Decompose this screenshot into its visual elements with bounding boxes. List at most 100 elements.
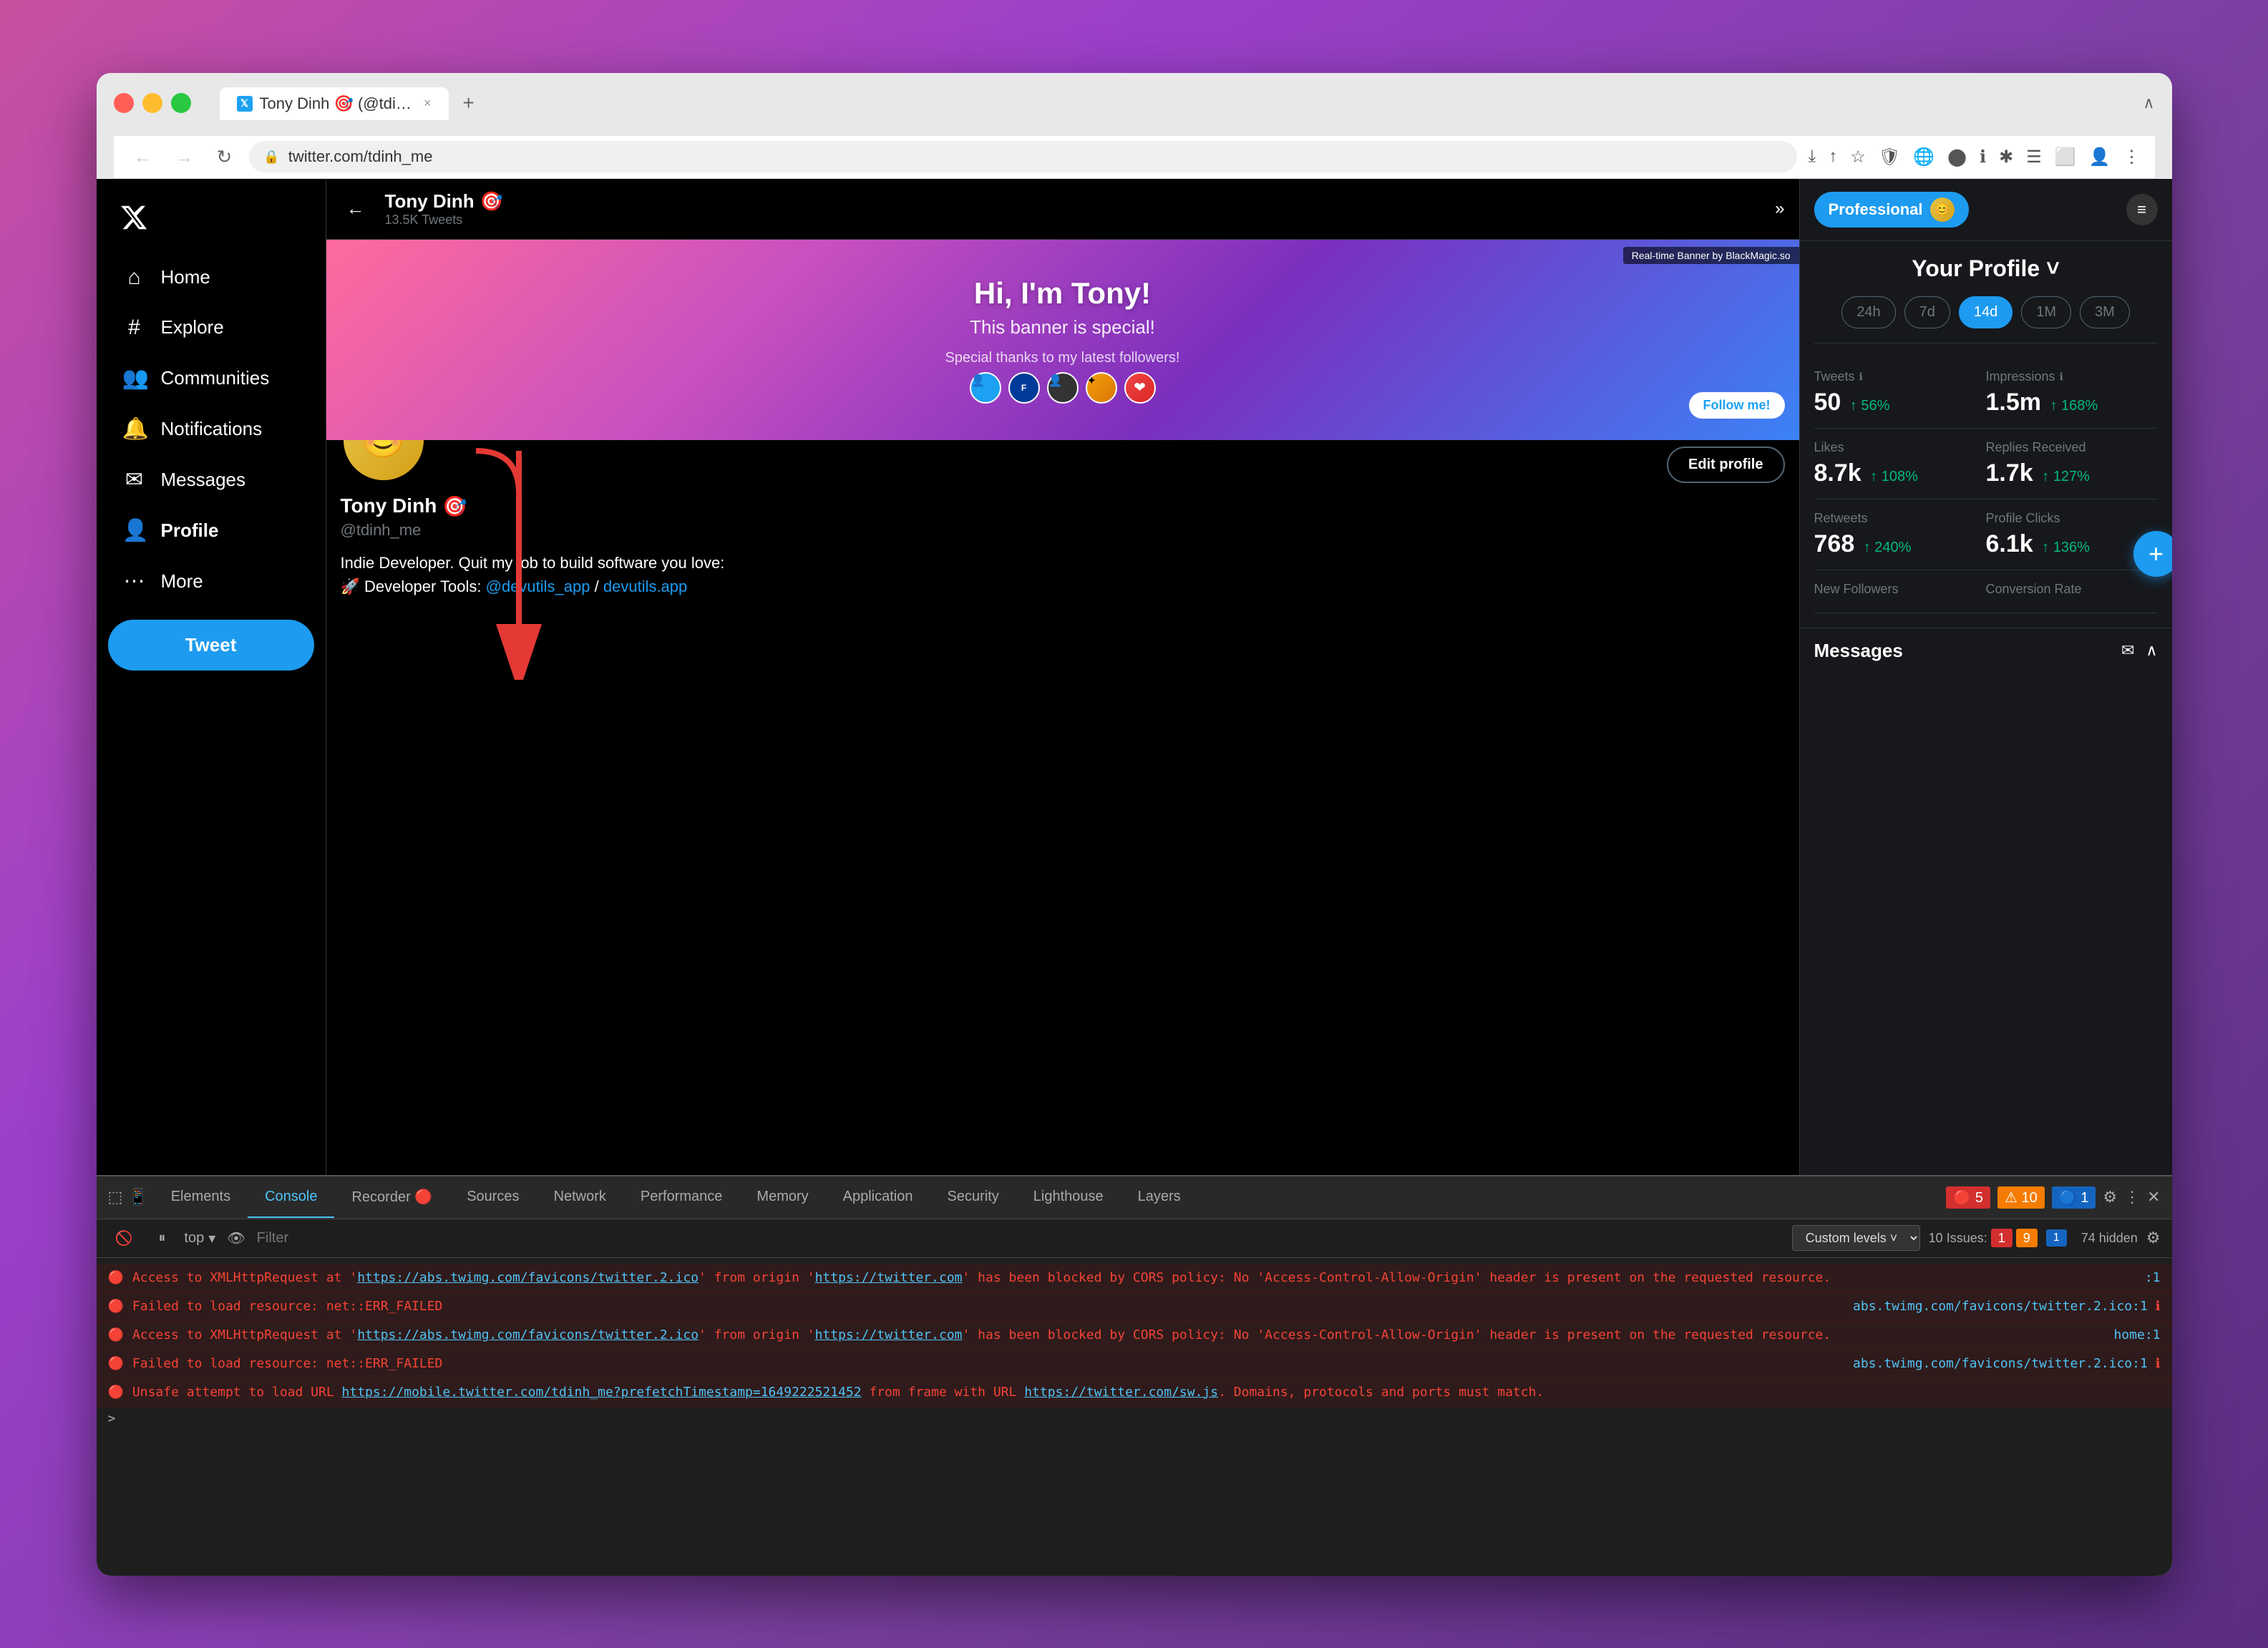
eye-icon[interactable]: 👁 <box>227 1229 245 1247</box>
cors-link-1a[interactable]: https://abs.twimg.com/favicons/twitter.2… <box>357 1270 699 1285</box>
twitter-app: ⌂ Home # Explore 👥 Communities 🔔 Notific… <box>97 179 2172 1175</box>
stat-tweets-info[interactable]: ℹ <box>1859 371 1863 383</box>
info-icon[interactable]: ℹ <box>1980 147 1986 167</box>
sidebar-item-explore[interactable]: # Explore <box>108 304 314 351</box>
sidebar-item-messages[interactable]: ✉ Messages <box>108 456 314 504</box>
messages-section: Messages ✉ ∧ <box>1800 628 2172 673</box>
browser-tab-active[interactable]: 𝕏 Tony Dinh 🎯 (@tdinh_me) / Tw × <box>220 87 449 120</box>
tab-groups-icon[interactable]: ☰ <box>2026 147 2042 167</box>
sidebar-item-home[interactable]: ⌂ Home <box>108 254 314 301</box>
devtools-tab-console[interactable]: Console <box>248 1177 334 1218</box>
shield-icon[interactable]: 🛡 <box>1879 147 1900 167</box>
log-level-select[interactable]: Custom levels ˅ <box>1792 1225 1920 1251</box>
time-btn-14d[interactable]: 14d <box>1959 296 2013 328</box>
devtools-tab-security[interactable]: Security <box>930 1177 1016 1218</box>
tweet-button[interactable]: Tweet <box>108 620 314 671</box>
edit-profile-button[interactable]: Edit profile <box>1667 447 1784 483</box>
issues-settings-icon[interactable]: ⚙ <box>2146 1229 2161 1247</box>
time-btn-24h[interactable]: 24h <box>1841 296 1895 328</box>
your-profile-title[interactable]: Your Profile ˅ <box>1800 241 2172 296</box>
settings-icon[interactable]: ⚙ <box>2103 1188 2117 1206</box>
console-cursor-line[interactable]: > <box>97 1407 2172 1430</box>
devtools-right-icons: 🔴 5 ⚠ 10 🔵 1 ⚙ ⋮ ✕ <box>1946 1186 2160 1209</box>
more-options-icon[interactable]: ⋮ <box>2123 147 2141 167</box>
stat-impressions-label: Impressions <box>1986 369 2055 384</box>
devtools-tab-lighthouse[interactable]: Lighthouse <box>1016 1177 1121 1218</box>
time-btn-3m[interactable]: 3M <box>2080 296 2130 328</box>
device-icon[interactable]: 📱 <box>128 1188 147 1206</box>
clear-console-btn[interactable]: 🚫 <box>108 1225 140 1252</box>
twitter-logo[interactable] <box>108 193 314 245</box>
professional-badge[interactable]: Professional 😊 <box>1814 192 1969 228</box>
console-source-1: :1 <box>2018 1268 2161 1287</box>
stat-likes-value: 8.7k 108% <box>1814 459 1986 487</box>
console-error-text-3: Access to XMLHttpRequest at 'https://abs… <box>132 1325 2009 1345</box>
back-btn[interactable]: ← <box>128 143 158 171</box>
devtools-tab-sources[interactable]: Sources <box>449 1177 536 1218</box>
share-icon[interactable]: ↑ <box>1829 147 1837 167</box>
close-window-btn[interactable] <box>114 93 134 113</box>
profile-icon[interactable]: 👤 <box>2089 147 2111 167</box>
forward-btn[interactable]: → <box>170 143 200 171</box>
stat-impressions-info[interactable]: ℹ <box>2060 371 2063 383</box>
cors-origin-1[interactable]: https://twitter.com <box>815 1270 963 1285</box>
profile-header-info: Tony Dinh 🎯 13.5K Tweets <box>385 190 1761 228</box>
twitter-main: ← Tony Dinh 🎯 13.5K Tweets » Real-time <box>326 179 1800 1175</box>
devtools-tab-recorder[interactable]: Recorder 🔴 <box>334 1176 449 1219</box>
issues-badge-blue: 🔵 1 <box>2052 1186 2096 1209</box>
stat-tweets-label: Tweets <box>1814 369 1855 384</box>
follow-me-button[interactable]: Follow me! <box>1689 392 1785 419</box>
unsafe-url-link[interactable]: https://mobile.twitter.com/tdinh_me?pref… <box>342 1385 862 1400</box>
download-icon[interactable]: ⤓ <box>1809 147 1816 167</box>
profile-handle: @tdinh_me <box>341 521 1785 540</box>
expand-button[interactable]: » <box>1775 199 1784 219</box>
panel-menu-button[interactable]: ≡ <box>2126 194 2158 225</box>
console-filter-input[interactable] <box>257 1230 1781 1247</box>
sidebar-item-more[interactable]: ⋯ More <box>108 557 314 605</box>
tab-close-btn[interactable]: × <box>424 96 432 111</box>
devtools-tab-application[interactable]: Application <box>826 1177 930 1218</box>
maximize-window-btn[interactable] <box>171 93 191 113</box>
circle-icon[interactable]: ⬤ <box>1947 147 1967 167</box>
cors-origin-3[interactable]: https://twitter.com <box>815 1327 963 1342</box>
error-icon-2: 🔴 <box>108 1297 124 1316</box>
frame-url-link[interactable]: https://twitter.com/sw.js <box>1024 1385 1218 1400</box>
sidebar-item-communities[interactable]: 👥 Communities <box>108 354 314 402</box>
close-devtools-btn[interactable]: ✕ <box>2147 1188 2160 1206</box>
more-devtools-icon[interactable]: ⋮ <box>2124 1188 2140 1206</box>
bookmark-icon[interactable]: ☆ <box>1850 147 1866 167</box>
screen-icon[interactable]: ⬜ <box>2055 147 2076 167</box>
reload-btn[interactable]: ↻ <box>211 143 238 171</box>
compose-message-icon[interactable]: ✉ <box>2121 641 2134 660</box>
sidebar-item-notifications[interactable]: 🔔 Notifications <box>108 405 314 453</box>
inspect-icon[interactable]: ⬚ <box>108 1188 123 1206</box>
sidebar-item-profile[interactable]: 👤 Profile <box>108 507 314 555</box>
cors-link-3a[interactable]: https://abs.twimg.com/favicons/twitter.2… <box>357 1327 699 1342</box>
devtools-tab-network[interactable]: Network <box>537 1177 623 1218</box>
pause-btn[interactable]: ⏸ <box>151 1226 172 1251</box>
sidebar-label-communities: Communities <box>161 367 270 389</box>
stat-profile-clicks: Profile Clicks 6.1k 136% + <box>1986 499 2158 570</box>
devtools-tab-performance[interactable]: Performance <box>623 1177 740 1218</box>
filter-level-selector[interactable]: top ▾ <box>184 1229 215 1247</box>
window-collapse-btn[interactable]: ∧ <box>2143 94 2154 112</box>
minimize-window-btn[interactable] <box>142 93 162 113</box>
devtools-tab-memory[interactable]: Memory <box>739 1177 825 1218</box>
devtools-tab-layers[interactable]: Layers <box>1121 1177 1198 1218</box>
error-info-icon-2[interactable]: ℹ <box>2156 1299 2161 1314</box>
globe-icon[interactable]: 🌐 <box>1913 147 1934 167</box>
devtools-tab-elements[interactable]: Elements <box>154 1177 248 1218</box>
time-btn-1m[interactable]: 1M <box>2021 296 2071 328</box>
bio-link2[interactable]: devutils.app <box>603 577 687 595</box>
time-btn-7d[interactable]: 7d <box>1904 296 1950 328</box>
extensions-icon[interactable]: ✱ <box>1999 147 2013 167</box>
back-button[interactable]: ← <box>341 192 371 225</box>
error-info-icon-4[interactable]: ℹ <box>2156 1356 2161 1371</box>
console-error-text-1: Access to XMLHttpRequest at 'https://abs… <box>132 1268 2009 1287</box>
explore-icon: # <box>122 316 147 340</box>
error-icon-5: 🔴 <box>108 1383 124 1402</box>
url-bar[interactable]: 🔒 twitter.com/tdinh_me <box>249 141 1796 172</box>
new-tab-btn[interactable]: + <box>452 86 486 120</box>
collapse-messages-icon[interactable]: ∧ <box>2146 641 2157 660</box>
bio-link1[interactable]: @devutils_app <box>486 577 590 595</box>
